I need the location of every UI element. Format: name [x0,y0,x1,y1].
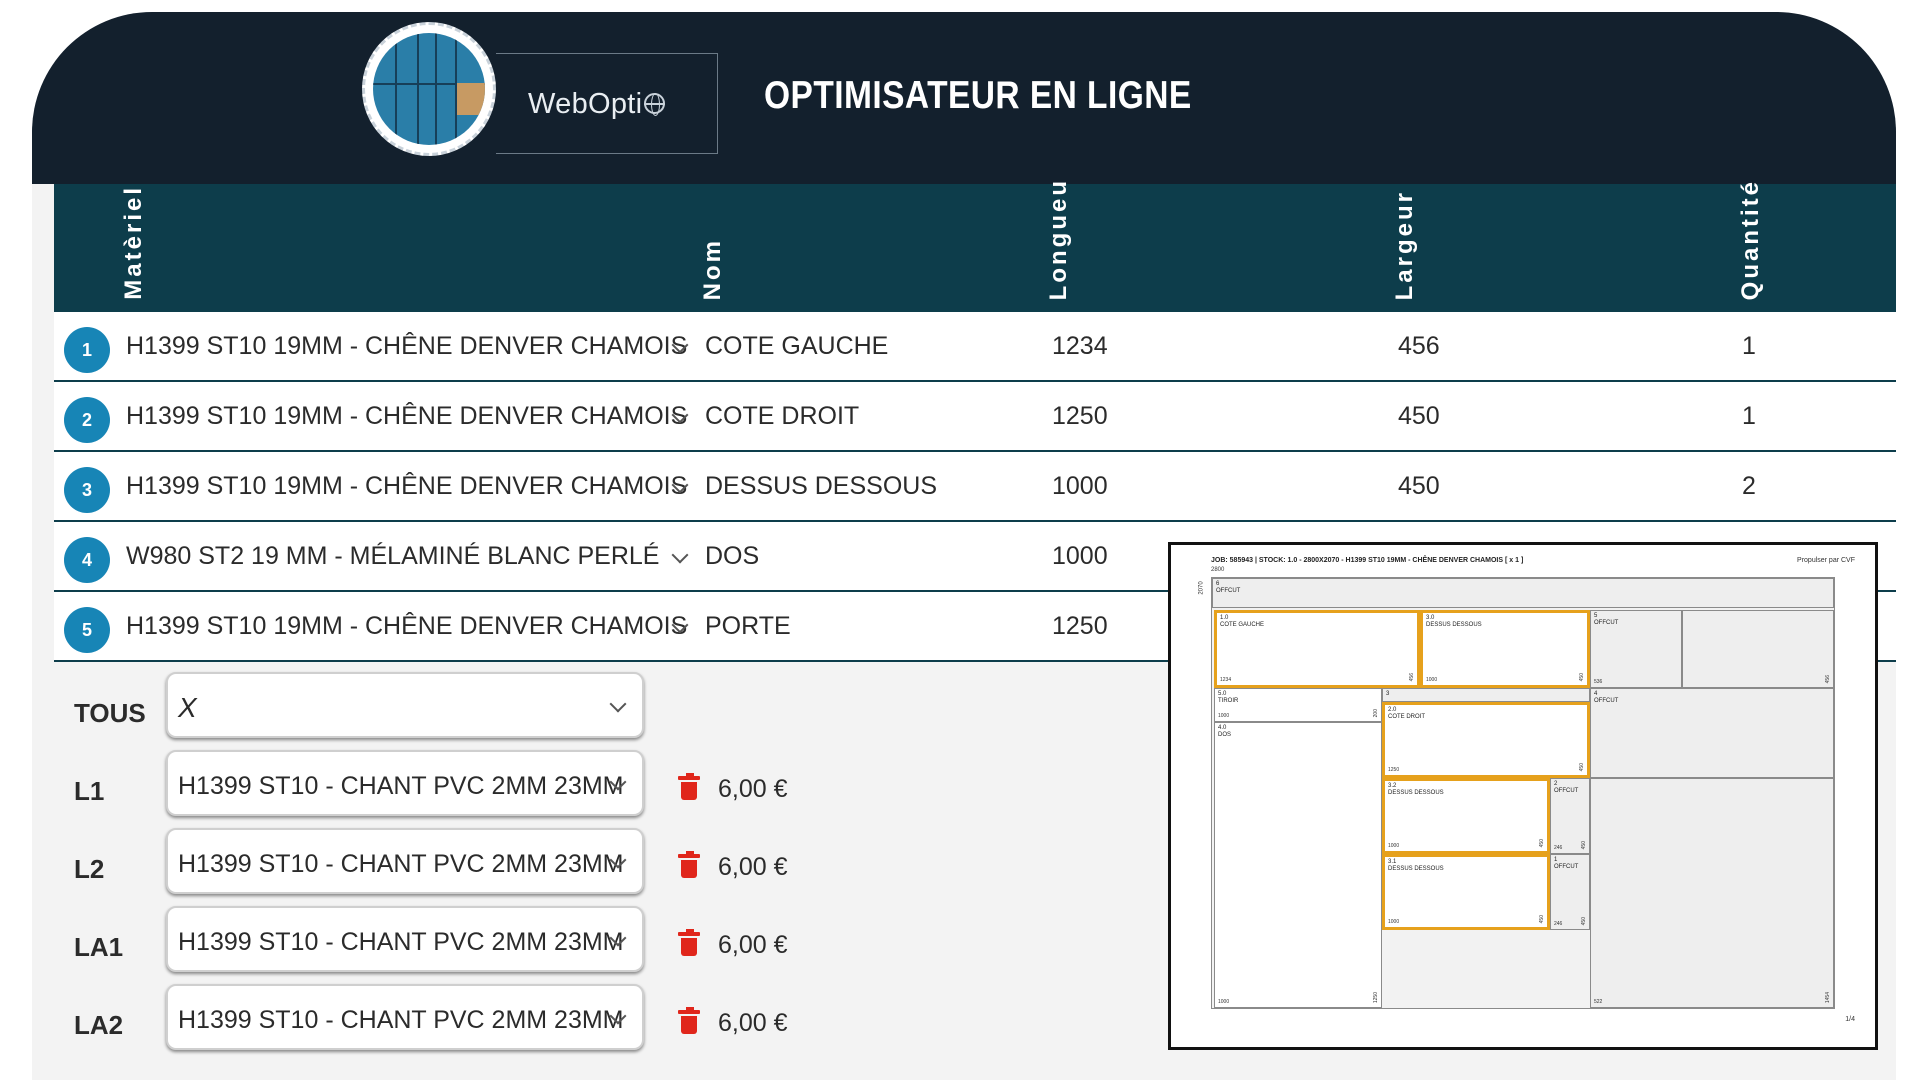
name-cell[interactable]: DESSUS DESSOUS [705,472,937,501]
edge-price: 6,00 € [718,853,788,881]
material-select[interactable]: H1399 ST10 19MM - CHÊNE DENVER CHAMOIS [126,472,687,501]
logo-text: WebOpti [528,88,666,121]
trash-icon[interactable] [678,851,700,878]
piece-offcut: 1 OFFCUT 246 450 [1550,854,1590,930]
quantity-cell[interactable]: 1 [1742,402,1756,431]
globe-icon [644,93,666,116]
piece-offcut: 456 [1682,610,1834,688]
width-cell[interactable]: 456 [1398,332,1440,361]
stock-sheet: 6 OFFCUT 1.0 COTE GAUCHE 1234 456 3.0 DESSU… [1211,577,1835,1009]
sheet-width: 2800 [1211,567,1225,573]
piece-tiroir: 5.0 TIROIR 1000 200 [1214,688,1382,722]
row-number-badge: 1 [64,327,110,373]
edge-price: 6,00 € [718,931,788,959]
edge-select-all-value: X [178,692,197,723]
width-cell[interactable]: 450 [1398,472,1440,501]
length-cell[interactable]: 1000 [1052,472,1108,501]
piece-offcut: 2 OFFCUT 246 450 [1550,778,1590,854]
piece-cote-droit: 2.0 COTE DROIT 1250 450 [1382,702,1590,778]
edge-select-l1[interactable]: H1399 ST10 - CHANT PVC 2MM 23MM [166,750,644,816]
edge-select-la1[interactable]: H1399 ST10 - CHANT PVC 2MM 23MM [166,906,644,972]
piece-offcut: 6 OFFCUT [1212,578,1834,608]
name-cell[interactable]: PORTE [705,612,791,641]
table-header: Matèriel Nom Longueu Largeur Quantité [54,178,1896,312]
length-cell[interactable]: 1250 [1052,402,1108,431]
edge-price: 6,00 € [718,1009,788,1037]
column-header-materiel[interactable]: Matèriel [120,185,148,300]
quantity-cell[interactable]: 1 [1742,332,1756,361]
name-cell[interactable]: DOS [705,542,759,571]
name-cell[interactable]: COTE GAUCHE [705,332,888,361]
preview-job-title: JOB: 585943 | STOCK: 1.0 - 2800X2070 - H… [1211,557,1524,564]
row-number-badge: 3 [64,467,110,513]
row-number-badge: 5 [64,607,110,653]
piece-dessus-dessous: 3.1 DESSUS DESSOUS 1000 450 [1382,854,1550,930]
trash-icon[interactable] [678,773,700,800]
chevron-down-icon[interactable] [671,546,689,564]
piece-dessus-dessous: 3.0 DESSUS DESSOUS 1000 450 [1420,610,1590,688]
piece-dessus-dessous: 3.2 DESSUS DESSOUS 1000 450 [1382,778,1550,854]
page-title: OPTIMISATEUR EN LIGNE [764,74,1192,117]
preview-page-number: 1/4 [1845,1016,1855,1023]
column-header-largeur[interactable]: Largeur [1391,190,1419,300]
column-header-longueur[interactable]: Longueu [1045,178,1073,300]
table-row: 1 H1399 ST10 19MM - CHÊNE DENVER CHAMOIS… [54,312,1896,382]
row-number-badge: 2 [64,397,110,443]
logo-box: WebOpti [496,53,718,154]
edge-select-all[interactable]: X [166,672,644,738]
length-cell[interactable]: 1000 [1052,542,1108,571]
edge-label-l1: L1 [74,776,105,806]
edge-select-value: H1399 ST10 - CHANT PVC 2MM 23MM [178,850,624,878]
material-select[interactable]: H1399 ST10 19MM - CHÊNE DENVER CHAMOIS [126,332,687,361]
sheet-height: 2070 [1198,581,1205,595]
table-row: 3 H1399 ST10 19MM - CHÊNE DENVER CHAMOIS… [54,452,1896,522]
edge-label-l2: L2 [74,854,105,884]
width-cell[interactable]: 450 [1398,402,1440,431]
edge-select-la2[interactable]: H1399 ST10 - CHANT PVC 2MM 23MM [166,984,644,1050]
header-bar: WebOpti OPTIMISATEUR EN LIGNE [32,12,1896,184]
trash-icon[interactable] [678,929,700,956]
piece-strip: 3 [1382,688,1590,702]
edge-label-la2: LA2 [74,1010,124,1040]
piece-dos: 4.0 DOS 1000 1250 [1214,722,1382,1008]
piece-cote-gauche: 1.0 COTE GAUCHE 1234 456 [1214,610,1420,688]
trash-icon[interactable] [678,1007,700,1034]
edge-select-l2[interactable]: H1399 ST10 - CHANT PVC 2MM 23MM [166,828,644,894]
preview-credit: Propulser par CVF [1797,557,1855,564]
edge-label-all: TOUS [74,698,146,728]
quantity-cell[interactable]: 2 [1742,472,1756,501]
length-cell[interactable]: 1234 [1052,332,1108,361]
material-select[interactable]: H1399 ST10 19MM - CHÊNE DENVER CHAMOIS [126,402,687,431]
material-select[interactable]: W980 ST2 19 MM - MÉLAMINÉ BLANC PERLÉ [126,542,659,571]
edge-label-la1: LA1 [74,932,124,962]
chevron-down-icon [609,695,627,713]
length-cell[interactable]: 1250 [1052,612,1108,641]
column-header-quantite[interactable]: Quantité [1737,179,1765,300]
app: WebOpti OPTIMISATEUR EN LIGNE Matèriel N… [32,12,1896,1080]
name-cell[interactable]: COTE DROIT [705,402,859,431]
piece-offcut: 5 OFFCUT 536 [1590,610,1682,688]
material-select[interactable]: H1399 ST10 19MM - CHÊNE DENVER CHAMOIS [126,612,687,641]
table-row: 2 H1399 ST10 19MM - CHÊNE DENVER CHAMOIS… [54,382,1896,452]
piece-offcut: 4 OFFCUT [1590,688,1834,778]
row-number-badge: 4 [64,537,110,583]
piece-offcut: 522 1454 [1590,778,1834,1008]
edge-price: 6,00 € [718,775,788,803]
edge-select-value: H1399 ST10 - CHANT PVC 2MM 23MM [178,928,624,956]
edge-select-value: H1399 ST10 - CHANT PVC 2MM 23MM [178,772,624,800]
cutting-plan-preview[interactable]: JOB: 585943 | STOCK: 1.0 - 2800X2070 - H… [1168,542,1878,1050]
column-header-nom[interactable]: Nom [699,238,727,300]
edge-select-value: H1399 ST10 - CHANT PVC 2MM 23MM [178,1006,624,1034]
logo-icon [362,22,496,156]
